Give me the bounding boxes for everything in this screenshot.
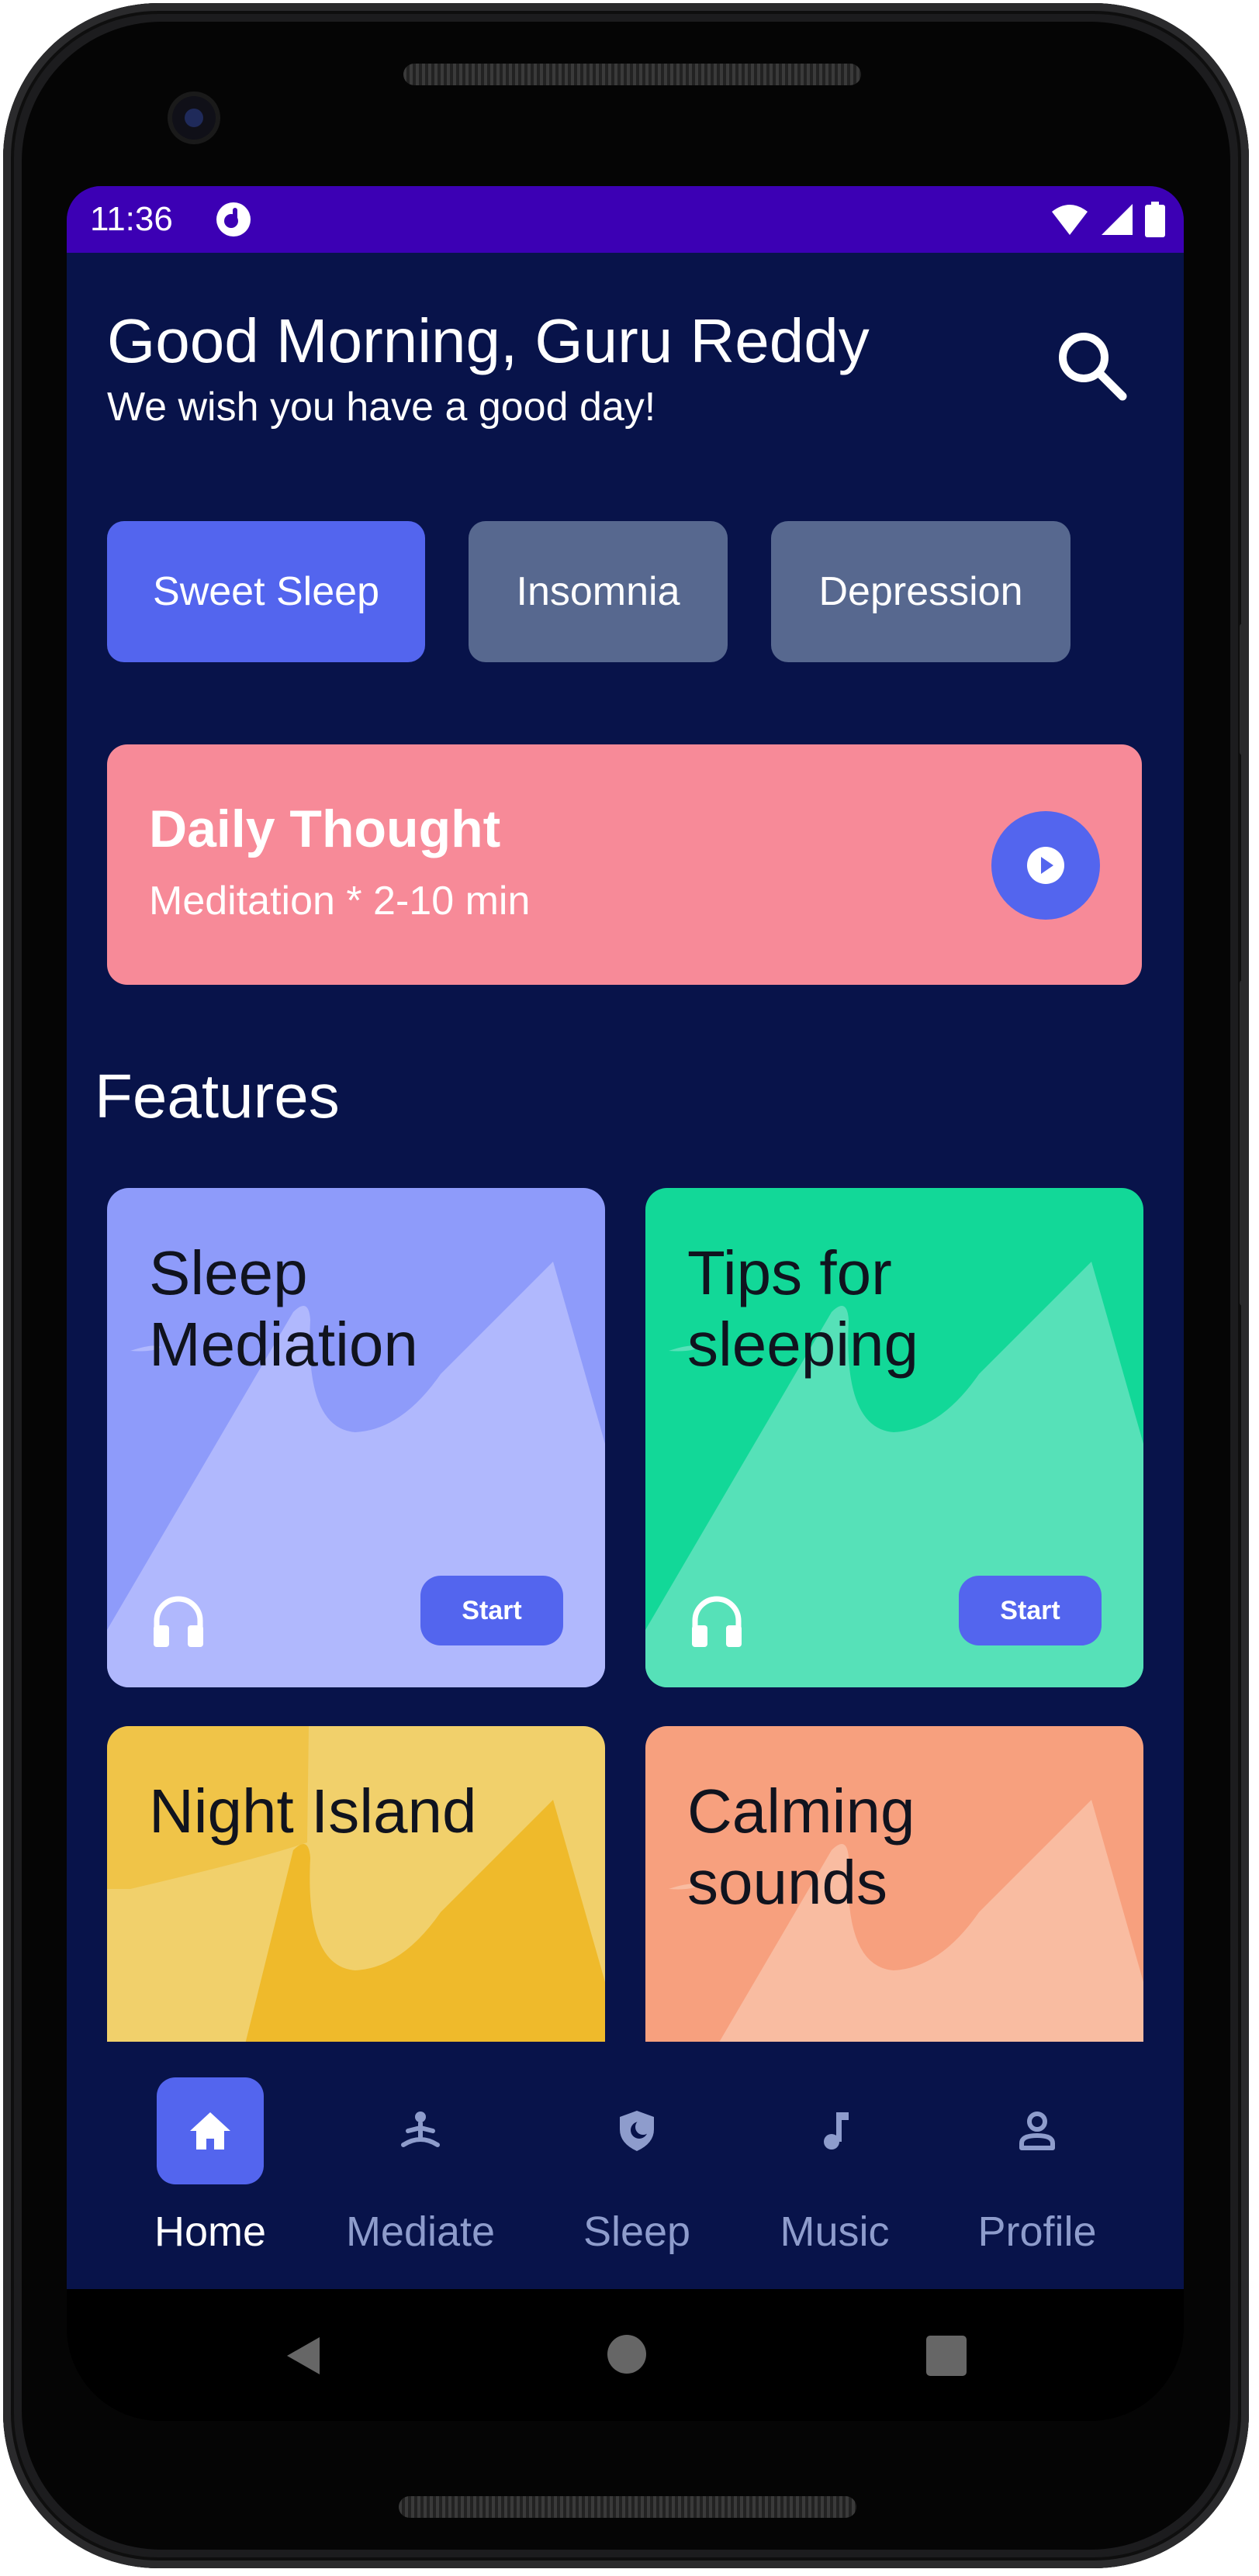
music-note-icon [824,2112,849,2150]
nav-label-music: Music [780,2208,890,2255]
headphones-icon [692,1596,742,1647]
greeting-subtitle: We wish you have a good day! [107,385,656,430]
nav-item-profile[interactable]: Profile [963,2042,1111,2289]
profile-icon [1019,2112,1055,2150]
status-indicators [1050,200,1165,239]
recent-apps-icon[interactable] [926,2336,967,2376]
status-time: 11:36 [90,200,173,238]
system-navigation-bar [67,2289,1184,2421]
feature-card-title: Calming sounds [687,1777,915,1917]
bottom-navigation: Home Mediate Sleep Music Profile [67,2042,1184,2289]
sleep-shield-icon [620,2111,654,2151]
status-bar: 11:36 [67,186,1184,253]
battery-icon [1145,202,1165,237]
nav-profile-icon-wrap [984,2077,1091,2184]
chip-sweet-sleep[interactable]: Sweet Sleep [107,521,425,662]
start-button[interactable]: Start [420,1576,563,1645]
bottom-speaker [399,2496,856,2518]
greeting-title: Good Morning, Guru Reddy [107,306,870,375]
features-heading: Features [95,1062,340,1131]
daily-thought-title: Daily Thought [149,799,501,858]
feature-card-title: Tips for sleeping [687,1238,919,1379]
daily-thought-subtitle: Meditation * 2-10 min [149,879,531,924]
meditate-icon [401,2112,440,2147]
nav-home-icon-wrap [157,2077,264,2184]
start-button[interactable]: Start [959,1576,1102,1645]
nav-item-music[interactable]: Music [765,2042,904,2289]
front-camera [172,96,216,140]
feature-card-title: Sleep Mediation [149,1238,418,1379]
feature-card-title: Night Island [149,1777,477,1846]
nav-label-profile: Profile [977,2208,1097,2255]
nav-mediate-icon-wrap [367,2077,474,2184]
nav-label-home: Home [154,2208,267,2255]
search-button[interactable] [1049,323,1134,408]
earpiece-speaker [403,64,861,85]
nav-label-sleep: Sleep [583,2208,691,2255]
chip-depression[interactable]: Depression [771,521,1070,662]
chip-insomnia[interactable]: Insomnia [469,521,728,662]
nav-music-icon-wrap [781,2077,888,2184]
daily-thought-card[interactable]: Daily Thought Meditation * 2-10 min [107,744,1142,985]
play-icon [1027,847,1064,884]
power-button [1240,623,1249,755]
nav-sleep-icon-wrap [583,2077,690,2184]
nav-item-sleep[interactable]: Sleep [571,2042,703,2289]
back-icon[interactable] [281,2333,327,2379]
signal-icon [1102,204,1133,235]
feature-card-sleep-mediation[interactable]: Sleep Mediation Start [107,1188,605,1687]
nav-item-mediate[interactable]: Mediate [335,2042,506,2289]
nav-label-mediate: Mediate [345,2208,496,2255]
app-screen: 11:36 Good Morning, Guru Reddy We wish y… [67,186,1184,2289]
nav-item-home[interactable]: Home [152,2042,268,2289]
home-circle-icon[interactable] [605,2333,649,2376]
search-icon [1059,333,1127,401]
wifi-icon [1052,205,1088,235]
feature-card-tips-for-sleeping[interactable]: Tips for sleeping Start [645,1188,1143,1687]
app-notification-icon [216,202,251,237]
headphones-icon [154,1596,203,1647]
home-icon [190,2112,230,2150]
play-button[interactable] [991,811,1100,920]
volume-button [1240,980,1249,1306]
